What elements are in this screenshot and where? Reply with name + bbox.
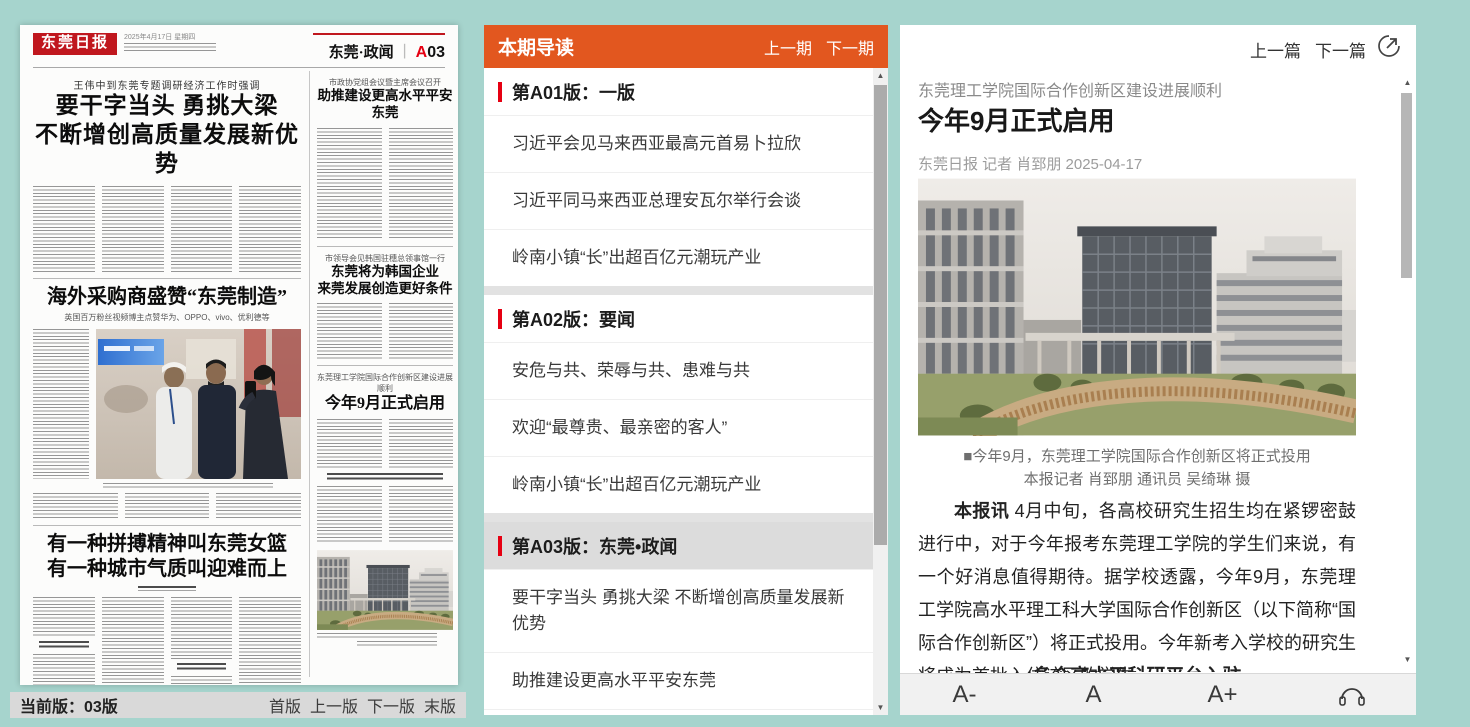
toc-article-link[interactable]: 欢迎“最尊贵、最亲密的客人” — [484, 399, 873, 456]
section-marker — [498, 82, 502, 102]
section-marker — [498, 536, 502, 556]
lead-kicker[interactable]: 王伟中到东莞专题调研经济工作时强调 — [33, 77, 301, 92]
text-columns — [33, 597, 301, 685]
masthead-rule — [33, 67, 445, 68]
headphones-icon — [1337, 682, 1367, 708]
text-columns — [317, 303, 453, 359]
font-reset-button[interactable]: A — [1029, 674, 1158, 715]
toc-panel: 本期导读 上一期 下一期 第A01版：一版 习近平会见马来西亚最高元首易卜拉欣 … — [484, 25, 888, 715]
article-lead-label: 本报讯 — [954, 501, 1009, 521]
section-header-active[interactable]: 第A03版：东莞•政闻 — [484, 522, 873, 569]
toc-scrollbar[interactable]: ▲ ▼ — [873, 68, 888, 715]
listen-button[interactable] — [1287, 674, 1416, 715]
newspaper-page-image: 东莞日报 2025年4月17日 星期四 东莞·政闻丨A03 王伟中到东莞专题调研… — [20, 25, 458, 685]
r1-kicker[interactable]: 市政协党组会议暨主席会议召开 — [317, 77, 453, 88]
epaper-app: 东莞日报 2025年4月17日 星期四 东莞·政闻丨A03 王伟中到东莞专题调研… — [0, 0, 1470, 727]
photo-campus-small — [317, 550, 453, 630]
lead-headline[interactable]: 要干字当头 勇挑大梁 不断增创高质量发展新优势 — [33, 92, 301, 178]
text-columns — [317, 419, 453, 469]
scroll-down-icon[interactable]: ▼ — [873, 700, 888, 715]
nav-prev-page[interactable]: 上一版 — [310, 693, 358, 717]
font-decrease-button[interactable]: A- — [900, 674, 1029, 715]
next-article-link[interactable]: 下一篇 — [1315, 37, 1366, 62]
photo-trade-fair — [96, 329, 301, 479]
masthead-date: 2025年4月17日 星期四 — [124, 34, 216, 42]
masthead: 东莞日报 2025年4月17日 星期四 东莞·政闻丨A03 — [33, 33, 445, 62]
bold-subhead-line — [327, 473, 444, 482]
toc-list: 第A01版：一版 习近平会见马来西亚最高元首易卜拉欣 习近平同马来西亚总理安瓦尔… — [484, 68, 873, 715]
section-header[interactable]: 第A01版：一版 — [484, 68, 873, 115]
text-columns — [33, 186, 301, 272]
section-label: 第A02版：要闻 — [512, 306, 635, 332]
page-section-label: 东莞·政闻 — [329, 45, 394, 61]
clipped-subhead: 多个高水平科研平台入驻 — [918, 661, 1356, 672]
section-marker — [498, 309, 502, 329]
toc-section-a01: 第A01版：一版 习近平会见马来西亚最高元首易卜拉欣 习近平同马来西亚总理安瓦尔… — [484, 68, 873, 286]
share-icon[interactable] — [1376, 33, 1402, 59]
photo-credit-lines — [357, 641, 437, 646]
photo-credit: 本报记者 肖郅朋 通讯员 吴绮琳 摄 — [918, 468, 1356, 489]
prev-article-link[interactable]: 上一篇 — [1250, 37, 1301, 62]
prev-issue-link[interactable]: 上一期 — [764, 35, 812, 59]
nav-next-page[interactable]: 下一版 — [367, 693, 415, 717]
article-subtitle: 东莞理工学院国际合作创新区建设进展顺利 — [918, 77, 1222, 101]
photo-caption: ■今年9月，东莞理工学院国际合作创新区将正式投用 — [918, 445, 1356, 466]
toc-article-link[interactable]: 岭南小镇“长”出超百亿元潮玩产业 — [484, 229, 873, 286]
r3-headline[interactable]: 今年9月正式启用 — [317, 394, 453, 414]
masthead-logo: 东莞日报 — [33, 33, 117, 55]
toc-article-link[interactable]: 要干字当头 勇挑大梁 不断增创高质量发展新优势 — [484, 569, 873, 652]
page-number: 03 — [427, 44, 445, 61]
toc-article-link[interactable]: 习近平会见马来西亚最高元首易卜拉欣 — [484, 115, 873, 172]
scroll-up-icon[interactable]: ▲ — [1401, 75, 1414, 90]
article-scrollbar[interactable]: ▲ ▼ — [1401, 75, 1414, 667]
next-issue-link[interactable]: 下一期 — [826, 35, 874, 59]
toc-article-link[interactable]: 东莞将为韩国企业 来莞发展创造更好条件 — [484, 709, 873, 715]
toc-article-link[interactable]: 安危与共、荣辱与共、患难与共 — [484, 342, 873, 399]
section-label: 第A03版：东莞•政闻 — [512, 533, 677, 559]
reader-toolbar: A- A A+ — [900, 673, 1416, 715]
byline-line — [138, 586, 196, 591]
toc-section-a02: 第A02版：要闻 安危与共、荣辱与共、患难与共 欢迎“最尊贵、最亲密的客人” 岭… — [484, 295, 873, 513]
scroll-thumb[interactable] — [1401, 93, 1412, 278]
page-number-letter: A — [416, 44, 428, 61]
toc-header: 本期导读 上一期 下一期 — [484, 25, 888, 68]
text-columns — [33, 329, 89, 479]
nav-first-page[interactable]: 首版 — [269, 693, 301, 717]
r1-headline[interactable]: 助推建设更高水平平安东莞 — [317, 88, 453, 122]
text-columns — [317, 128, 453, 240]
toc-section-a03: 第A03版：东莞•政闻 要干字当头 勇挑大梁 不断增创高质量发展新优势 助推建设… — [484, 522, 873, 715]
r2-headline[interactable]: 东莞将为韩国企业 来莞发展创造更好条件 — [317, 264, 453, 298]
scroll-thumb[interactable] — [874, 85, 887, 545]
text-columns — [33, 493, 301, 519]
article-title: 今年9月正式启用 — [918, 101, 1114, 138]
nav-last-page[interactable]: 末版 — [424, 693, 456, 717]
basketball-headline[interactable]: 有一种拼搏精神叫东莞女篮 有一种城市气质叫迎难而上 — [33, 532, 301, 582]
section-label: 第A01版：一版 — [512, 79, 635, 105]
photo-caption-lines — [317, 633, 437, 638]
scroll-up-icon[interactable]: ▲ — [873, 68, 888, 83]
toc-article-link[interactable]: 助推建设更高水平平安东莞 — [484, 652, 873, 709]
article-panel: 上一篇 下一篇 东莞理工学院国际合作创新区建设进展顺利 今年9月正式启用 东莞日… — [900, 25, 1416, 715]
trade-story-headline[interactable]: 海外采购商盛赞“东莞制造” — [33, 285, 301, 310]
r2-kicker[interactable]: 市领导会见韩国驻穗总领事馆一行 — [317, 253, 453, 264]
font-increase-button[interactable]: A+ — [1158, 674, 1287, 715]
toc-article-link[interactable]: 习近平同马来西亚总理安瓦尔举行会谈 — [484, 172, 873, 229]
page-nav-bar: 当前版：03版 首版 上一版 下一版 末版 — [10, 692, 466, 718]
trade-story-subhead[interactable]: 英国百万粉丝视频博主点赞华为、OPPO、vivo、优利德等 — [33, 312, 301, 323]
toc-title: 本期导读 — [498, 33, 574, 60]
article-photo — [918, 178, 1356, 436]
article-byline: 东莞日报 记者 肖郅朋 2025-04-17 — [918, 153, 1142, 174]
page-header: 东莞·政闻丨A03 — [313, 33, 445, 62]
section-header[interactable]: 第A02版：要闻 — [484, 295, 873, 342]
r3-kicker[interactable]: 东莞理工学院国际合作创新区建设进展顺利 — [317, 372, 453, 394]
masthead-info-lines — [124, 43, 216, 51]
photo-caption-lines — [103, 483, 273, 488]
toc-article-link[interactable]: 岭南小镇“长”出超百亿元潮玩产业 — [484, 456, 873, 513]
current-page-label: 当前版：03版 — [20, 693, 118, 717]
scroll-down-icon[interactable]: ▼ — [1401, 652, 1414, 667]
text-columns — [317, 486, 453, 544]
